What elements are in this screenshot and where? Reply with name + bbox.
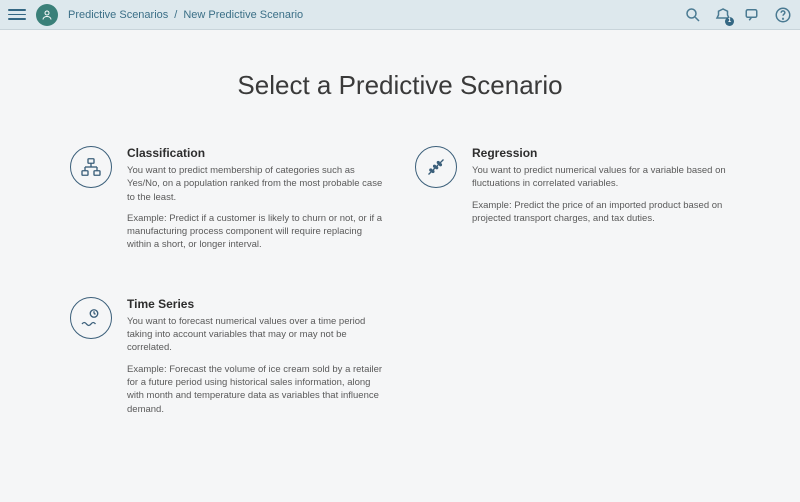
scenario-description: You want to forecast numerical values ov…: [127, 315, 385, 355]
time-series-icon: [70, 297, 112, 339]
main-content: Select a Predictive Scenario Classificat…: [0, 30, 800, 416]
breadcrumb-parent[interactable]: Predictive Scenarios: [68, 9, 168, 21]
menu-icon[interactable]: [8, 6, 26, 24]
scenario-grid: Classification You want to predict membe…: [50, 146, 750, 416]
top-bar-left: Predictive Scenarios / New Predictive Sc…: [8, 4, 303, 26]
notification-badge: 1: [725, 17, 734, 26]
person-icon: [41, 9, 53, 21]
breadcrumb: Predictive Scenarios / New Predictive Sc…: [68, 9, 303, 21]
scenario-example: Example: Predict if a customer is likely…: [127, 212, 385, 252]
notifications-icon[interactable]: 1: [714, 6, 732, 24]
top-bar-right: 1: [684, 6, 792, 24]
breadcrumb-separator: /: [174, 9, 177, 21]
scenario-title: Time Series: [127, 297, 385, 311]
search-icon[interactable]: [684, 6, 702, 24]
classification-icon: [70, 146, 112, 188]
scenario-body: Classification You want to predict membe…: [127, 146, 385, 252]
help-icon[interactable]: [774, 6, 792, 24]
scenario-example: Example: Predict the price of an importe…: [472, 199, 730, 226]
scenario-time-series[interactable]: Time Series You want to forecast numeric…: [70, 297, 385, 416]
top-bar: Predictive Scenarios / New Predictive Sc…: [0, 0, 800, 30]
scenario-classification[interactable]: Classification You want to predict membe…: [70, 146, 385, 252]
scenario-description: You want to predict numerical values for…: [472, 164, 730, 191]
page-title: Select a Predictive Scenario: [50, 70, 750, 101]
scenario-body: Time Series You want to forecast numeric…: [127, 297, 385, 416]
scenario-example: Example: Forecast the volume of ice crea…: [127, 363, 385, 416]
scenario-regression[interactable]: Regression You want to predict numerical…: [415, 146, 730, 252]
user-avatar[interactable]: [36, 4, 58, 26]
scenario-description: You want to predict membership of catego…: [127, 164, 385, 204]
feedback-icon[interactable]: [744, 6, 762, 24]
scenario-body: Regression You want to predict numerical…: [472, 146, 730, 252]
scenario-title: Classification: [127, 146, 385, 160]
scenario-title: Regression: [472, 146, 730, 160]
breadcrumb-current: New Predictive Scenario: [183, 9, 303, 21]
regression-icon: [415, 146, 457, 188]
